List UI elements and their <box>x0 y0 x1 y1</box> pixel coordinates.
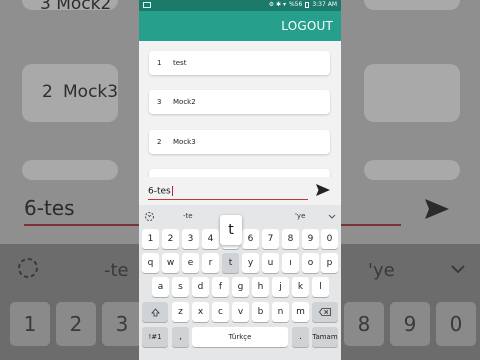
message-input-value: 6-tes <box>148 186 171 197</box>
battery-level: %56 <box>288 1 303 8</box>
status-bar: ⚙ ✱ ▾ %56 3:37 AM <box>139 0 341 11</box>
bg-clipboard-icon <box>18 258 38 278</box>
text-caret <box>171 186 173 196</box>
key-f[interactable]: f <box>212 277 229 297</box>
bg-send-icon <box>425 199 449 219</box>
bg-suggest-right: 'ye <box>368 260 395 281</box>
key-2[interactable]: 2 <box>162 229 179 249</box>
bg-key-8: 8 <box>344 302 384 346</box>
key-y[interactable]: y <box>242 253 259 273</box>
key-preview-popup: t <box>220 215 242 245</box>
bg-card-bottom <box>22 160 118 180</box>
key-v[interactable]: v <box>232 302 249 322</box>
bg-input-underline <box>24 224 139 226</box>
key-j[interactable]: j <box>272 277 289 297</box>
battery-icon <box>305 1 310 8</box>
status-icons: ⚙ ✱ ▾ <box>268 1 286 8</box>
key-d[interactable]: d <box>192 277 209 297</box>
key-m[interactable]: m <box>292 302 309 322</box>
bg-card-right-bottom <box>364 160 460 180</box>
key-1[interactable]: 1 <box>142 229 159 249</box>
key-n[interactable]: n <box>272 302 289 322</box>
bg-card-name: Mock3 <box>63 82 119 102</box>
shift-key[interactable] <box>142 302 168 322</box>
key-7[interactable]: 7 <box>262 229 279 249</box>
key-k[interactable]: k <box>292 277 309 297</box>
item-name: Mock3 <box>173 138 196 146</box>
bg-card-num: 2 <box>42 82 53 102</box>
chevron-down-icon[interactable] <box>328 214 336 219</box>
list-item[interactable]: 2 Mock3 <box>149 130 330 154</box>
key-g[interactable]: g <box>232 277 249 297</box>
key-o[interactable]: o <box>302 253 319 273</box>
key-z[interactable]: z <box>172 302 189 322</box>
bg-key-0: 0 <box>436 302 476 346</box>
key-c[interactable]: c <box>212 302 229 322</box>
space-key[interactable]: Türkçe <box>192 327 288 347</box>
key-0[interactable]: 0 <box>321 229 338 249</box>
bg-key-9: 9 <box>390 302 430 346</box>
key-q[interactable]: q <box>142 253 159 273</box>
key-w[interactable]: w <box>162 253 179 273</box>
key-s[interactable]: s <box>172 277 189 297</box>
list-item[interactable]: 1 test <box>149 51 330 75</box>
key-8[interactable]: 8 <box>282 229 299 249</box>
key-4[interactable]: 4 <box>202 229 219 249</box>
item-number: 1 <box>157 59 162 67</box>
input-underline <box>148 199 308 200</box>
logout-button[interactable]: LOGOUT <box>281 19 333 33</box>
bg-key-1: 1 <box>10 302 50 346</box>
send-icon[interactable] <box>315 183 331 197</box>
shift-icon <box>150 307 160 316</box>
message-input-row: 6-tes <box>139 177 341 205</box>
bg-suggest-left: -te <box>104 260 129 281</box>
done-key[interactable]: Tamam <box>312 327 338 347</box>
bg-input-underline-right <box>341 224 401 226</box>
status-right: ⚙ ✱ ▾ %56 3:37 AM <box>269 1 337 8</box>
status-time: 3:37 AM <box>312 1 337 8</box>
bg-card-top-text: 3 Mock2 <box>40 0 112 14</box>
bg-card-right-top <box>364 0 460 10</box>
backspace-key[interactable] <box>312 302 338 322</box>
period-key[interactable]: . <box>292 327 309 347</box>
item-number: 3 <box>157 98 162 106</box>
bg-card-right <box>364 64 460 122</box>
key-t[interactable]: t <box>222 253 239 273</box>
key-r[interactable]: r <box>202 253 219 273</box>
key-3[interactable]: 3 <box>182 229 199 249</box>
backspace-icon <box>319 308 331 316</box>
symbols-key[interactable]: !#1 <box>142 327 168 347</box>
key-h[interactable]: h <box>252 277 269 297</box>
suggestion-right[interactable]: 'ye <box>295 212 305 220</box>
item-name: Mock2 <box>173 98 196 106</box>
key-6[interactable]: 6 <box>242 229 259 249</box>
item-number: 2 <box>157 138 162 146</box>
key-a[interactable]: a <box>152 277 169 297</box>
phone-screen: ⚙ ✱ ▾ %56 3:37 AM LOGOUT 1 test 3 Mock2 … <box>139 0 341 360</box>
key-p[interactable]: p <box>321 253 338 273</box>
key-b[interactable]: b <box>252 302 269 322</box>
key-u[interactable]: u <box>262 253 279 273</box>
app-bar: LOGOUT <box>139 11 341 41</box>
key-dotless-i[interactable]: ı <box>282 253 299 273</box>
list-item[interactable]: 3 Mock2 <box>149 90 330 114</box>
keyboard: -te 'ye 1 2 3 4 5 6 7 8 9 0 q w e r t y … <box>139 205 341 360</box>
clipboard-icon[interactable] <box>144 211 155 222</box>
bg-input-text: 6-tes <box>24 196 75 220</box>
bg-chevron-icon <box>451 265 465 274</box>
message-input[interactable]: 6-tes <box>148 186 173 197</box>
comma-key[interactable]: , <box>172 327 189 347</box>
key-l[interactable]: l <box>312 277 329 297</box>
item-name: test <box>173 59 187 67</box>
key-e[interactable]: e <box>182 253 199 273</box>
key-9[interactable]: 9 <box>302 229 319 249</box>
bg-key-3: 3 <box>102 302 142 346</box>
suggestion-left[interactable]: -te <box>183 212 193 220</box>
notification-icon <box>143 2 151 8</box>
bg-key-2: 2 <box>56 302 96 346</box>
key-x[interactable]: x <box>192 302 209 322</box>
